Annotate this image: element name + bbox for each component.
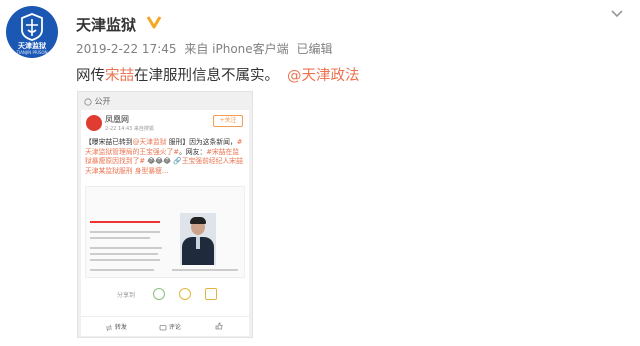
follow-button: +关注 <box>213 115 243 127</box>
chevron-down-icon[interactable] <box>610 8 624 18</box>
post-text: 网传宋喆在津服刑信息不属实。 @天津政法 <box>76 64 360 85</box>
post-source: 来自 iPhone客户端 <box>184 42 289 56</box>
embedded-time: 2-22 14:43 来自搜狐 <box>105 126 154 132</box>
wechat-icon <box>153 288 165 300</box>
share-label: 分享到 <box>117 292 136 299</box>
thumbs-up-icon <box>215 322 223 330</box>
keyword-link[interactable]: 宋喆 <box>105 68 134 84</box>
like-action <box>215 322 223 330</box>
embedded-article-image <box>85 186 245 278</box>
embedded-author: 凤凰网 <box>105 115 129 124</box>
embedded-post-text: 【曝宋喆已转到@天津监狱 服刑】因为这条新闻，#天津监狱管理局的王宝强火了#。网… <box>85 138 243 175</box>
mention-link[interactable]: @天津政法 <box>287 68 360 84</box>
embedded-actions: 转发 评论 <box>81 316 249 334</box>
share-row: 分享到 <box>81 288 249 302</box>
ifeng-logo-icon <box>86 115 102 131</box>
post-datetime[interactable]: 2019-2-22 17:45 <box>76 42 177 56</box>
account-name[interactable]: 天津监狱 <box>76 14 136 35</box>
post-image[interactable]: 公开 凤凰网 2-22 14:43 来自搜狐 +关注 【曝宋喆已转到@天津监狱 … <box>77 91 253 338</box>
comment-icon <box>159 324 167 330</box>
post-text-prefix: 网传 <box>76 68 105 84</box>
post-text-rest: 在津服刑信息不属实。 <box>134 68 279 84</box>
post-meta: 2019-2-22 17:45 来自 iPhone客户端 已编辑 <box>76 40 337 57</box>
comment-action: 评论 <box>159 322 181 332</box>
repost-icon <box>106 324 112 331</box>
visibility-label: 公开 <box>84 96 111 107</box>
embedded-post-card: 凤凰网 2-22 14:43 来自搜狐 +关注 【曝宋喆已转到@天津监狱 服刑】… <box>81 110 249 336</box>
post-edited[interactable]: 已编辑 <box>296 42 332 56</box>
verified-icon <box>146 16 162 29</box>
moments-icon <box>179 288 191 300</box>
repost-action: 转发 <box>105 322 127 332</box>
avatar[interactable]: 天津监狱 TIANJIN PRISON <box>6 6 58 58</box>
globe-icon <box>84 97 92 106</box>
logo-subtitle: TIANJIN PRISON <box>16 50 48 55</box>
officer-photo <box>180 213 216 265</box>
notes-icon <box>205 288 217 300</box>
